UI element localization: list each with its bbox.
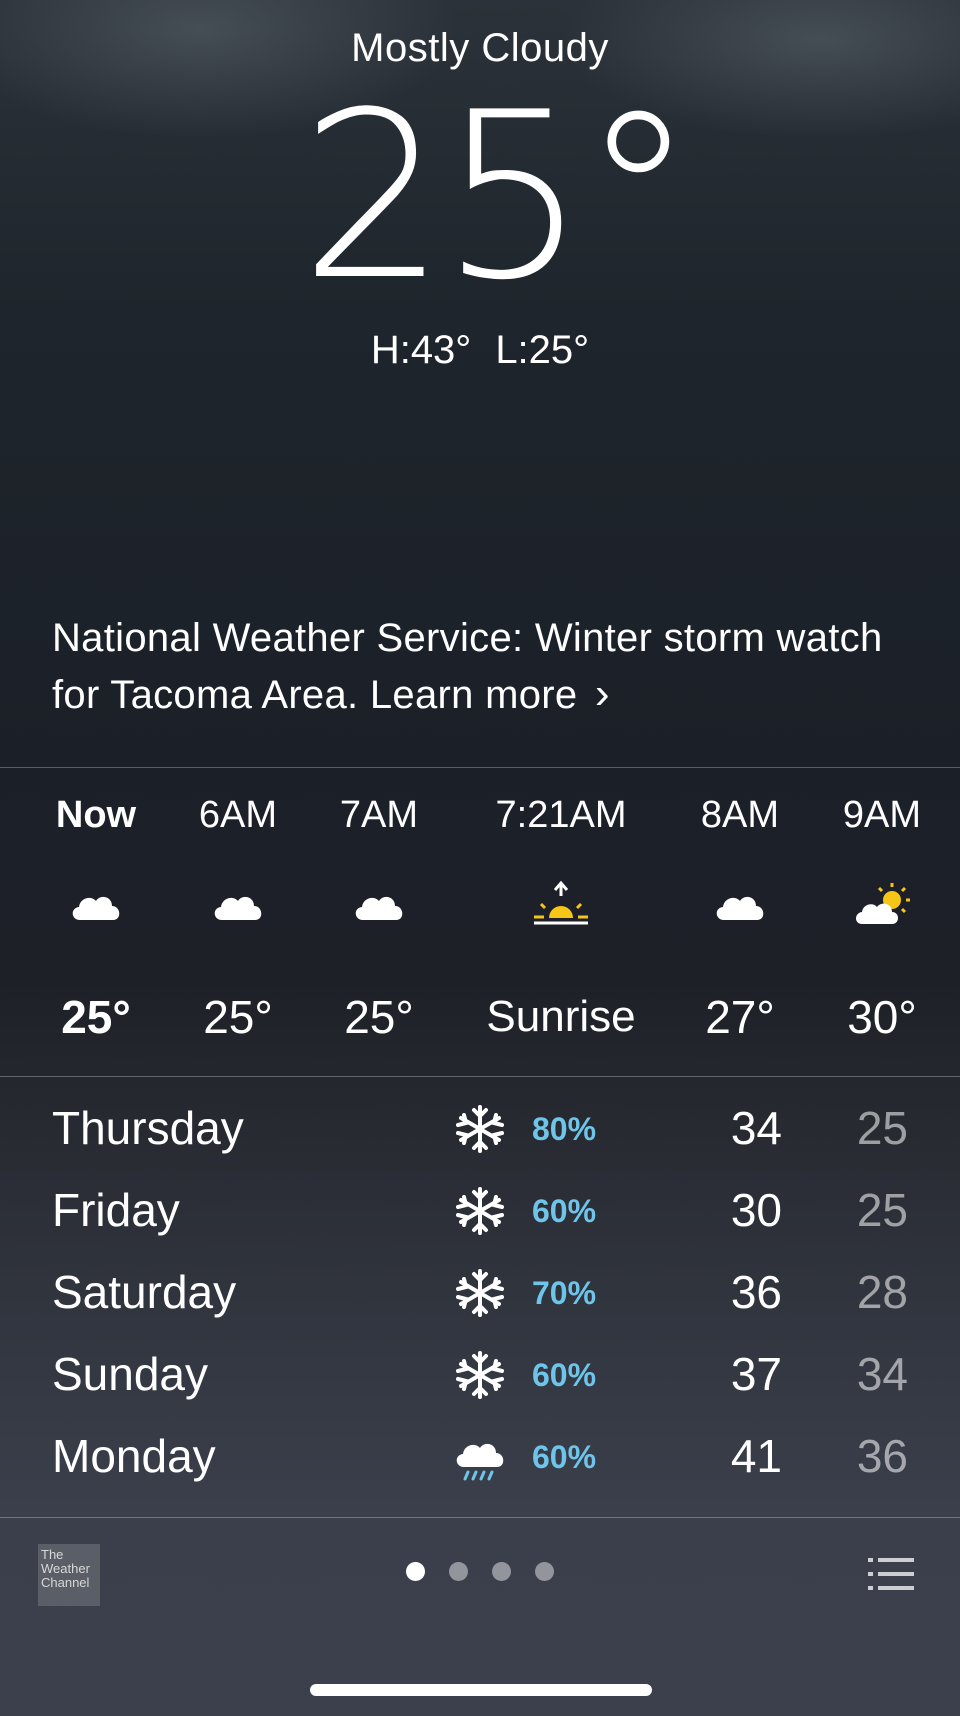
day-name: Saturday	[52, 1266, 237, 1318]
day-low: 25	[856, 1184, 908, 1236]
low-temperature: L:25°	[495, 328, 590, 372]
hour-temperature: Sunrise	[486, 992, 636, 1041]
hour-temperature: 30°	[847, 991, 917, 1043]
hour-item: 6AM 25°	[182, 768, 294, 1076]
day-name: Friday	[52, 1184, 180, 1236]
hour-temperature: 25°	[203, 991, 273, 1043]
day-name: Sunday	[52, 1348, 209, 1400]
precip-chance: 70%	[532, 1275, 597, 1311]
precip-chance: 80%	[532, 1111, 597, 1147]
page-dot[interactable]	[492, 1562, 511, 1581]
page-indicator[interactable]	[0, 1562, 960, 1581]
hour-time: 9AM	[842, 794, 922, 836]
high-temperature: H:43°	[370, 328, 472, 372]
list-icon[interactable]	[868, 1556, 914, 1592]
high-low: H:43° L:25°	[0, 326, 960, 374]
snowflake-icon	[456, 1105, 504, 1153]
chevron-right-icon: ›	[594, 669, 610, 718]
hour-item: 9AM 30°	[826, 768, 938, 1076]
day-row: Sunday 60% 37 34	[0, 1333, 960, 1415]
weather-alert-link[interactable]: National Weather Service: Winter storm w…	[52, 610, 912, 723]
cloud-icon	[214, 896, 262, 920]
current-conditions: Mostly Cloudy 25° H:43° L:25°	[0, 0, 960, 420]
day-low: 34	[856, 1348, 908, 1400]
hour-item: Now 25°	[40, 768, 152, 1076]
home-indicator[interactable]	[310, 1684, 652, 1696]
page-dot[interactable]	[535, 1562, 554, 1581]
precip-chance: 60%	[532, 1193, 597, 1229]
divider	[0, 1076, 960, 1077]
snowflake-icon	[456, 1269, 504, 1317]
hourly-forecast[interactable]: Now 25° 6AM 25° 7AM 25° 7:21AM Sunrise 8…	[0, 768, 960, 1076]
alert-text: National Weather Service: Winter storm w…	[52, 616, 883, 717]
day-high: 34	[730, 1102, 782, 1154]
day-low: 36	[856, 1430, 908, 1482]
hour-time: 8AM	[700, 794, 780, 836]
day-row: Monday 60% 41 36	[0, 1415, 960, 1497]
day-row: Thursday 80% 34 25	[0, 1087, 960, 1169]
current-temperature: 25°	[300, 64, 696, 331]
day-low: 25	[856, 1102, 908, 1154]
day-name: Monday	[52, 1430, 216, 1482]
hour-time: 7:21AM	[495, 794, 627, 836]
hour-item: 7AM 25°	[323, 768, 435, 1076]
footer-bar: The Weather Channel	[0, 1518, 960, 1716]
hour-item: 7:21AM Sunrise	[466, 768, 656, 1076]
day-low: 28	[856, 1266, 908, 1318]
day-row: Friday 60% 30 25	[0, 1169, 960, 1251]
page-dot-active[interactable]	[406, 1562, 425, 1581]
hour-time: 6AM	[198, 794, 278, 836]
hour-time: Now	[55, 794, 137, 836]
hour-temperature: 25°	[344, 991, 414, 1043]
hour-time: 7AM	[339, 794, 419, 836]
page-dot[interactable]	[449, 1562, 468, 1581]
day-name: Thursday	[52, 1102, 244, 1154]
rain-cloud-icon	[456, 1443, 504, 1481]
partly-sunny-icon	[856, 883, 910, 924]
cloud-icon	[72, 896, 120, 920]
day-high: 36	[730, 1266, 782, 1318]
hour-temperature: 25°	[61, 991, 131, 1043]
day-high: 37	[730, 1348, 782, 1400]
day-high: 41	[730, 1430, 782, 1482]
snowflake-icon	[456, 1351, 504, 1399]
precip-chance: 60%	[532, 1357, 597, 1393]
sunrise-icon	[534, 880, 588, 925]
cloud-icon	[355, 896, 403, 920]
hour-temperature: 27°	[705, 991, 775, 1043]
precip-chance: 60%	[532, 1439, 597, 1475]
hour-item: 8AM 27°	[684, 768, 796, 1076]
cloud-icon	[716, 896, 764, 920]
day-row: Saturday 70% 36 28	[0, 1251, 960, 1333]
snowflake-icon	[456, 1187, 504, 1235]
day-high: 30	[730, 1184, 782, 1236]
